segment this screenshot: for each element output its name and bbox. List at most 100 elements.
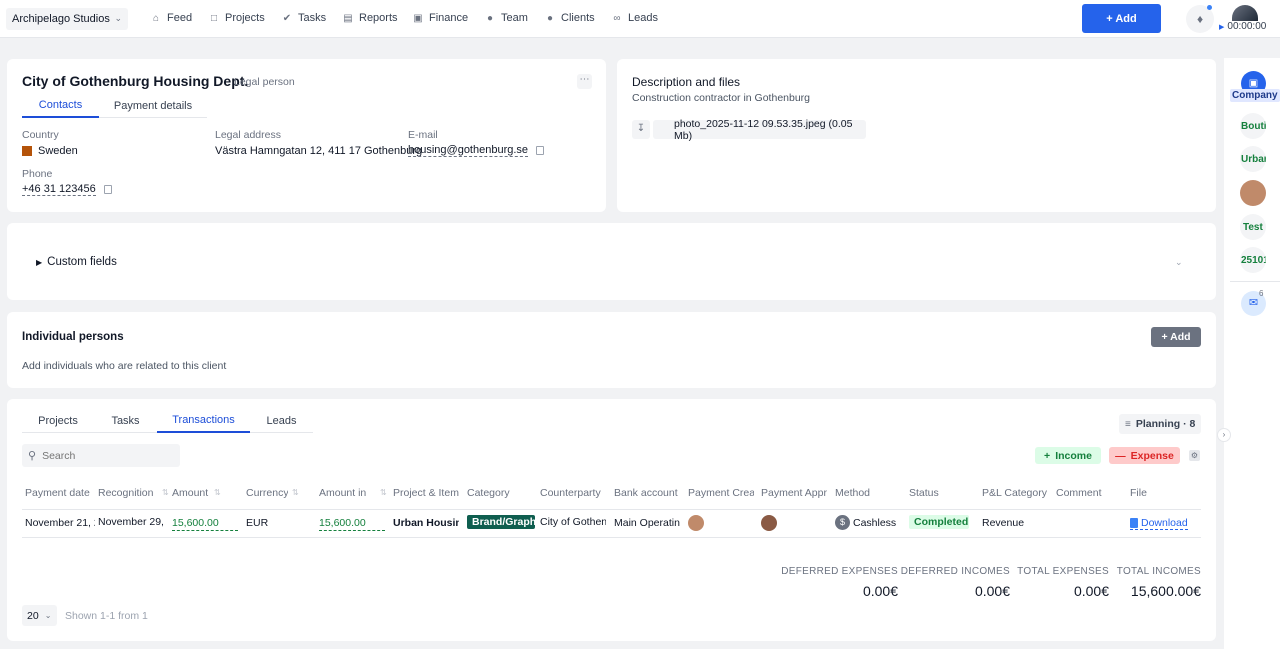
flag-icon [22,146,32,156]
phone-text[interactable]: +46 31 123456 [22,183,96,196]
nav-feed[interactable]: ⌂ Feed [151,12,192,24]
client-name: City of Gothenburg Housing Dept. [22,73,249,89]
country-text: Sweden [38,145,78,157]
add-button[interactable]: + Add [1082,4,1161,33]
col-comment[interactable]: Comment [1056,487,1122,499]
cell-amount-in[interactable]: 15,600.00 [319,517,385,531]
client-tabs: Contacts Payment details [22,94,207,118]
planning-filter[interactable]: ≡ Planning · 8 [1119,414,1201,434]
custom-fields-toggle[interactable]: ▶ Custom fields [36,256,117,269]
cell-category-badge: Brand/Graphic [467,515,535,529]
col-amount[interactable]: Amount [172,487,210,499]
sidebar-item-25101[interactable]: 25101 [1240,247,1266,273]
col-category[interactable]: Category [467,487,533,499]
download-label: Download [1141,517,1188,529]
top-bar: Archipelago Studios ⌄ ⌂ Feed □ Projects ✔ T… [0,0,1280,38]
col-pl-category[interactable]: P&L Category [982,487,1048,499]
nav-tasks[interactable]: ✔ Tasks [282,12,326,24]
tab-leads[interactable]: Leads [250,409,313,433]
col-status[interactable]: Status [909,487,975,499]
col-project[interactable]: Project & Item [393,487,459,499]
sort-icon[interactable]: ⇅ [214,488,221,497]
copy-icon[interactable] [536,145,545,155]
email-text[interactable]: housing@gothenburg.se [408,144,529,157]
download-link[interactable]: Download [1130,517,1188,530]
nav-clients[interactable]: ● Clients [545,12,595,24]
nav-reports-label: Reports [359,12,398,24]
clients-icon: ● [546,12,554,24]
company-select[interactable]: Archipelago Studios ⌄ [6,8,128,30]
nav-team[interactable]: ● Team [485,12,528,24]
col-payment-creator[interactable]: Payment Creator [688,487,754,499]
country-label: Country [22,129,59,141]
col-amount-in[interactable]: Amount in [319,487,373,499]
total-value: 0.00€ [1073,583,1109,599]
col-payment-approver[interactable]: Payment Approver [761,487,827,499]
total-label: DEFERRED EXPENSES [781,566,898,577]
copy-icon[interactable] [103,184,112,194]
avatar [688,515,704,531]
sort-icon[interactable]: ⇅ [292,488,299,497]
nav-tasks-label: Tasks [298,12,327,24]
search-box[interactable]: ⚲ [22,444,180,467]
file-chip[interactable]: photo_2025-11-12 09.53.35.jpeg (0.05 Mb) [653,118,866,142]
planning-label: Planning · 8 [1135,418,1196,430]
more-options-icon[interactable]: ⋯ [577,74,592,89]
total-label: DEFERRED INCOMES [900,566,1010,577]
chat-count: 6 [1259,289,1264,298]
income-button[interactable]: + Income [1035,447,1101,464]
custom-fields-card [7,223,1216,300]
col-bank-account[interactable]: Bank account [614,487,680,499]
sort-icon[interactable]: ⇅ [162,488,169,497]
sidebar-divider [1230,281,1280,282]
sidebar-item-test[interactable]: Test [1240,214,1266,240]
plus-icon: + [1044,449,1051,462]
timer[interactable]: ▶ 00:00:00 [1219,21,1266,32]
cell-project[interactable]: Urban Housing [393,517,459,529]
search-input[interactable] [42,449,163,462]
home-icon: ⌂ [152,12,160,24]
email-label: E-mail [408,129,438,141]
avatar[interactable] [1232,5,1258,21]
nav-feed-label: Feed [167,12,193,24]
tab-tasks[interactable]: Tasks [94,409,157,433]
finance-icon: ▣ [413,12,423,24]
nav-reports[interactable]: ▤ Reports [343,12,398,24]
col-method[interactable]: Method [835,487,901,499]
nav-finance[interactable]: ▣ Finance [413,12,468,24]
chevron-down-icon[interactable]: ⌄ [1175,257,1183,268]
description-title: Description and files [632,75,741,89]
col-currency[interactable]: Currency [246,487,288,499]
tab-contacts[interactable]: Contacts [22,94,99,118]
tab-projects[interactable]: Projects [22,409,94,433]
avatar [761,515,777,531]
cell-amount[interactable]: 15,600.00 [172,517,238,531]
tab-payment-details[interactable]: Payment details [99,94,207,118]
client-type-badge: Legal person [234,76,295,88]
shown-count: Shown 1-1 from 1 [65,610,148,622]
cell-counterparty[interactable]: City of Gothenburg [540,516,606,528]
link-icon: ∞ [613,12,621,24]
tab-transactions[interactable]: Transactions [157,409,250,433]
page-size-select[interactable]: 20 ⌄ [22,605,57,626]
sidebar-item-bouti[interactable]: Bouti [1240,113,1266,139]
minus-icon: — [1115,449,1126,462]
add-individual-button[interactable]: + Add [1151,327,1201,347]
nav-team-label: Team [501,12,528,24]
chevron-down-icon: ⌄ [114,13,122,23]
col-counterparty[interactable]: Counterparty [540,487,606,499]
search-icon: ⚲ [28,450,37,462]
nav-leads[interactable]: ∞ Leads [612,12,658,24]
chevron-right-icon[interactable]: › [1217,428,1231,442]
sidebar-item-urban[interactable]: Urban [1240,146,1266,172]
settings-icon[interactable]: ⚙ [1189,450,1200,461]
col-file[interactable]: File [1130,487,1196,499]
sort-icon[interactable]: ⇅ [380,488,387,497]
col-recognition[interactable]: Recognition [98,487,154,499]
nav-projects[interactable]: □ Projects [209,12,265,24]
expense-button[interactable]: — Expense [1109,447,1180,464]
download-icon[interactable]: ↧ [632,120,650,139]
col-payment-date[interactable]: Payment date [25,487,95,499]
total-label: TOTAL INCOMES [1116,566,1201,577]
avatar[interactable] [1240,180,1266,206]
